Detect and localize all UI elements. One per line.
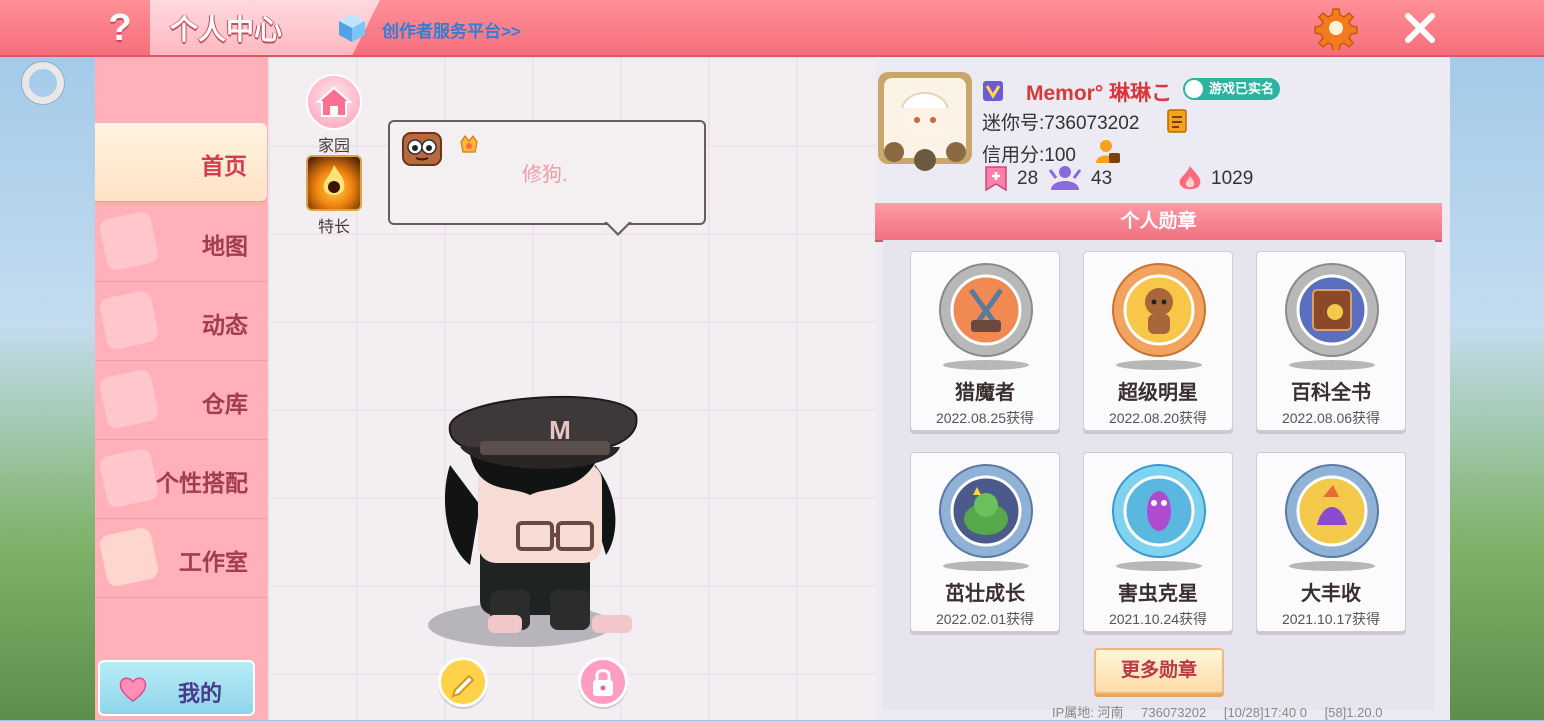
user-badge-icon[interactable] — [1094, 137, 1122, 165]
sidebar-item-label: 工作室 — [179, 549, 248, 575]
footer-time: [10/28]17:40 0 — [1223, 705, 1307, 720]
player-avatar[interactable]: M — [420, 385, 650, 655]
popularity-flame-icon — [1179, 166, 1201, 190]
more-medals-label: 更多勋章 — [1120, 660, 1197, 681]
medal-date: 2021.10.17获得 — [1281, 611, 1381, 627]
medals-header: 个人勋章 — [875, 203, 1442, 242]
medal-card[interactable]: 超级明星 2022.08.20获得 — [1083, 251, 1233, 431]
my-button-label: 我的 — [178, 681, 223, 706]
crown-badge-icon — [460, 134, 478, 153]
medal-card[interactable]: 猎魔者 2022.08.25获得 — [910, 251, 1060, 431]
medal-date: 2022.08.20获得 — [1108, 410, 1208, 426]
gear-icon[interactable] — [1314, 6, 1358, 50]
medal-date: 2022.08.25获得 — [935, 410, 1035, 426]
footer-version: [58]1.20.0 — [1324, 705, 1383, 720]
more-medals-button[interactable]: 更多勋章 — [1094, 648, 1224, 694]
medal-card[interactable]: 百科全书 2022.08.06获得 — [1256, 251, 1406, 431]
home-label: 家园 — [317, 138, 350, 155]
medal-card[interactable]: 大丰收 2021.10.17获得 — [1256, 452, 1406, 632]
signature-text: 修狗. — [522, 164, 568, 186]
medal-name: 大丰收 — [1301, 583, 1361, 605]
medal-shadow — [1116, 360, 1202, 370]
sidebar-item-label: 首页 — [201, 153, 247, 179]
bubble-tail-inner — [606, 221, 630, 233]
medal-pest-buster-icon — [1112, 464, 1206, 558]
username: Memor° 琳琳こ — [1026, 82, 1173, 105]
medal-name: 茁壮成长 — [945, 583, 1025, 605]
my-button[interactable]: 我的 — [98, 660, 255, 716]
medal-name: 超级明星 — [1118, 382, 1198, 404]
sidebar-item-studio[interactable]: 工作室 — [95, 519, 268, 598]
medal-harvest-icon — [1285, 464, 1379, 558]
medal-card[interactable]: 害虫克星 2021.10.24获得 — [1083, 452, 1233, 632]
sidebar-item-home[interactable]: 首页 — [95, 123, 267, 202]
medal-card[interactable]: 茁壮成长 2022.02.01获得 — [910, 452, 1060, 632]
home-button[interactable]: 家园 — [305, 74, 363, 156]
talent-button[interactable]: 特长 — [305, 155, 363, 237]
fans-icon — [1048, 166, 1082, 190]
cube-icon[interactable] — [336, 12, 368, 44]
sidebar-item-map[interactable]: 地图 — [95, 203, 268, 282]
sidebar: 首页 地图 动态 仓库 个性搭配 工作室 — [95, 57, 268, 720]
medal-demon-hunter-icon — [939, 263, 1033, 357]
medal-date: 2022.08.06获得 — [1281, 410, 1381, 426]
medal-date: 2021.10.24获得 — [1108, 611, 1208, 627]
pencil-icon — [451, 674, 475, 698]
hat-letter: M — [549, 415, 571, 445]
sidebar-item-label: 个性搭配 — [156, 470, 248, 496]
medal-encyclopedia-icon — [1285, 263, 1379, 357]
sidebar-item-label: 仓库 — [202, 391, 248, 417]
medal-shadow — [1289, 561, 1375, 571]
medal-shadow — [943, 360, 1029, 370]
medal-superstar-icon — [1112, 263, 1206, 357]
flame-icon — [306, 155, 362, 211]
verified-badge: 游戏已实名 — [1183, 78, 1281, 100]
footer-uid: 736073202 — [1141, 705, 1207, 720]
medal-shadow — [943, 561, 1029, 571]
top-bar: ? 个人中心 创作者服务平台>> — [0, 0, 1544, 57]
medal-shadow — [1116, 561, 1202, 571]
medal-shadow — [1289, 360, 1375, 370]
credit-score: 信用分:100 — [982, 145, 1076, 166]
profile-avatar[interactable] — [872, 68, 978, 172]
sidebar-item-feed[interactable]: 动态 — [95, 282, 268, 361]
creator-platform-link[interactable]: 创作者服务平台>> — [382, 17, 521, 42]
house-icon — [306, 74, 362, 130]
help-button[interactable]: ? — [100, 6, 140, 50]
close-icon[interactable] — [1400, 8, 1440, 48]
stat-favorites: 28 — [1017, 168, 1039, 189]
medal-thriving-growth-icon — [939, 464, 1033, 558]
sidebar-item-outfit[interactable]: 个性搭配 — [95, 440, 268, 519]
sidebar-item-label: 动态 — [202, 312, 248, 338]
sidebar-item-warehouse[interactable]: 仓库 — [95, 361, 268, 440]
medal-name: 百科全书 — [1291, 382, 1371, 404]
edit-button[interactable] — [438, 657, 488, 707]
mini-id: 迷你号:736073202 — [982, 113, 1140, 134]
copy-icon[interactable] — [1165, 108, 1189, 134]
stat-fans: 43 — [1091, 168, 1113, 189]
ip-location: IP属地: 河南 — [1052, 705, 1124, 720]
talent-label: 特长 — [317, 219, 350, 236]
page-title: 个人中心 — [170, 14, 283, 45]
record-icon[interactable] — [22, 62, 64, 104]
medals-title: 个人勋章 — [1120, 211, 1197, 232]
sidebar-item-label: 地图 — [202, 233, 248, 259]
lock-icon — [593, 669, 613, 696]
medal-name: 猎魔者 — [955, 382, 1015, 404]
heart-icon — [119, 677, 147, 702]
stat-popularity: 1029 — [1211, 168, 1254, 189]
bookmark-icon — [985, 166, 1007, 192]
footer-info: IP属地: 河南 736073202 [10/28]17:40 0 [58]1.… — [1052, 702, 1396, 721]
medal-date: 2022.02.01获得 — [935, 611, 1035, 627]
pet-face-icon — [402, 132, 442, 166]
medal-name: 害虫克星 — [1118, 583, 1198, 605]
vip-badge-icon — [983, 81, 1003, 101]
lock-button[interactable] — [578, 657, 628, 707]
